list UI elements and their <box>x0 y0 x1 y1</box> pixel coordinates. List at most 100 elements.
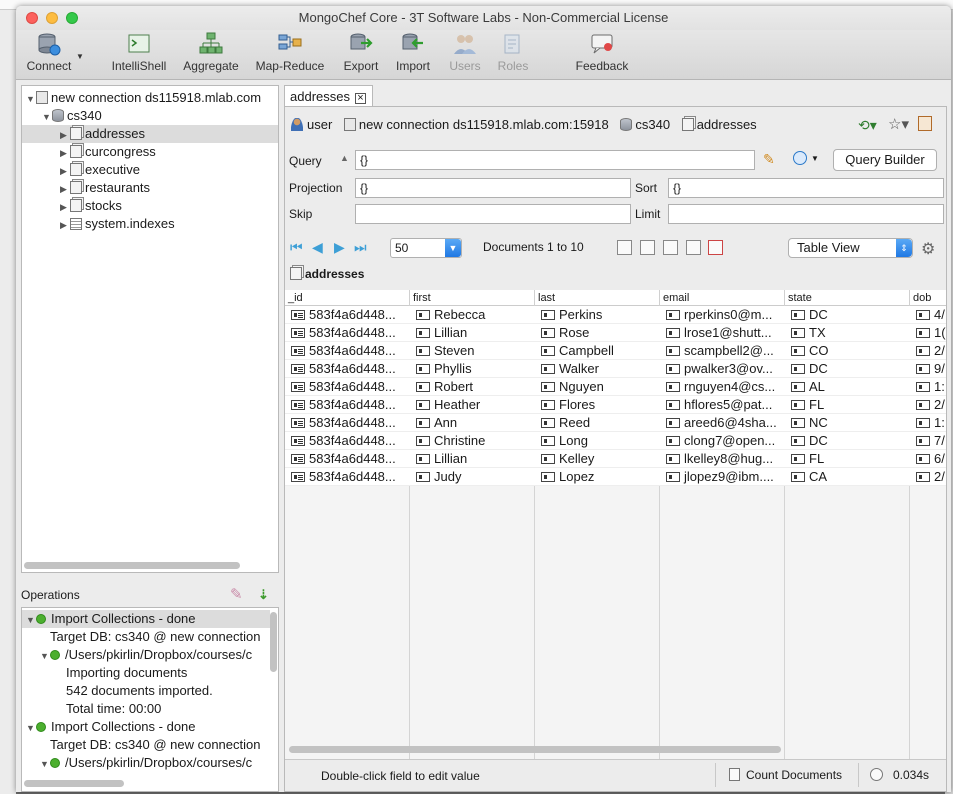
cell-email[interactable]: jlopez9@ibm.... <box>660 468 785 486</box>
cell-first[interactable]: Christine <box>410 432 535 450</box>
edit-query-icon[interactable]: ✎ <box>763 151 775 168</box>
users-button[interactable]: Users <box>444 32 486 73</box>
minimize-window-button[interactable] <box>46 12 58 24</box>
column-header-id[interactable]: _id <box>285 290 410 306</box>
collapse-triangle-icon[interactable]: ▼ <box>26 90 36 108</box>
column-header-first[interactable]: first <box>410 290 535 306</box>
cell-state[interactable]: DC <box>785 360 910 378</box>
previous-page-icon[interactable]: ◀ <box>312 240 326 254</box>
cell-first[interactable]: Lillian <box>410 450 535 468</box>
cell-email[interactable]: lkelley8@hug... <box>660 450 785 468</box>
cell-last[interactable]: Campbell <box>535 342 660 360</box>
cell-dob[interactable]: 6/ <box>910 450 946 468</box>
query-collapse-icon[interactable]: ▲ <box>340 153 349 163</box>
tree-collection-curcongress[interactable]: ▶ curcongress <box>60 143 156 161</box>
intellishell-button[interactable]: IntelliShell <box>108 32 170 73</box>
first-page-icon[interactable]: ⏮ <box>290 240 304 254</box>
tree-collection-addresses[interactable]: ▶ addresses <box>22 125 278 143</box>
cell-state[interactable]: DC <box>785 306 910 324</box>
cell-email[interactable]: hflores5@pat... <box>660 396 785 414</box>
cell-state[interactable]: AL <box>785 378 910 396</box>
cell-first[interactable]: Phyllis <box>410 360 535 378</box>
column-header-last[interactable]: last <box>535 290 660 306</box>
cell-email[interactable]: clong7@open... <box>660 432 785 450</box>
cell-id[interactable]: 583f4a6d448... <box>285 360 410 378</box>
copy-query-icon[interactable] <box>918 116 932 131</box>
page-size-select[interactable]: 50 ▼ <box>390 238 462 258</box>
cell-first[interactable]: Heather <box>410 396 535 414</box>
cell-state[interactable]: NC <box>785 414 910 432</box>
collapse-triangle-icon[interactable]: ▼ <box>26 611 36 629</box>
tree-collection-system-indexes[interactable]: ▶ system.indexes <box>60 215 175 233</box>
cell-first[interactable]: Ann <box>410 414 535 432</box>
cell-last[interactable]: Long <box>535 432 660 450</box>
view-mode-select[interactable]: Table View ⇕ <box>788 238 913 258</box>
table-row[interactable]: 583f4a6d448... Judy Lopez jlopez9@ibm.... CA… <box>285 468 946 486</box>
cell-first[interactable]: Steven <box>410 342 535 360</box>
favorite-star-icon[interactable]: ☆▾ <box>888 115 909 133</box>
table-row[interactable]: 583f4a6d448... Lillian Rose lrose1@shutt...… <box>285 324 946 342</box>
expand-triangle-icon[interactable]: ▶ <box>60 216 70 234</box>
cell-dob[interactable]: 1( <box>910 324 946 342</box>
gear-icon[interactable]: ⚙ <box>921 239 935 259</box>
expand-triangle-icon[interactable]: ▶ <box>60 144 70 162</box>
roles-button[interactable]: Roles <box>492 32 534 73</box>
import-button[interactable]: Import <box>390 32 436 73</box>
cell-id[interactable]: 583f4a6d448... <box>285 432 410 450</box>
cell-id[interactable]: 583f4a6d448... <box>285 396 410 414</box>
cell-email[interactable]: areed6@4sha... <box>660 414 785 432</box>
view-document-icon[interactable] <box>640 240 655 255</box>
cell-email[interactable]: rperkins0@m... <box>660 306 785 324</box>
cell-last[interactable]: Lopez <box>535 468 660 486</box>
cell-email[interactable]: pwalker3@ov... <box>660 360 785 378</box>
cell-first[interactable]: Rebecca <box>410 306 535 324</box>
collapse-triangle-icon[interactable]: ▼ <box>26 719 36 737</box>
connect-button[interactable]: Connect <box>24 32 74 73</box>
table-row[interactable]: 583f4a6d448... Ann Reed areed6@4sha... NC 1: <box>285 414 946 432</box>
expand-triangle-icon[interactable]: ▶ <box>60 162 70 180</box>
cell-first[interactable]: Robert <box>410 378 535 396</box>
edit-document-icon[interactable] <box>663 240 678 255</box>
cell-state[interactable]: TX <box>785 324 910 342</box>
cell-last[interactable]: Walker <box>535 360 660 378</box>
column-header-email[interactable]: email <box>660 290 785 306</box>
cell-state[interactable]: CO <box>785 342 910 360</box>
cell-dob[interactable]: 7/ <box>910 432 946 450</box>
operations-vertical-scrollbar[interactable] <box>270 612 277 672</box>
tab-addresses[interactable]: addresses × <box>284 85 373 107</box>
close-window-button[interactable] <box>26 12 38 24</box>
add-document-icon[interactable] <box>617 240 632 255</box>
cell-dob[interactable]: 2/ <box>910 342 946 360</box>
cell-id[interactable]: 583f4a6d448... <box>285 450 410 468</box>
operation-row[interactable]: ▼/Users/pkirlin/Dropbox/courses/c <box>40 646 252 664</box>
cell-dob[interactable]: 2/ <box>910 396 946 414</box>
table-row[interactable]: 583f4a6d448... Heather Flores hflores5@pat.… <box>285 396 946 414</box>
expand-triangle-icon[interactable]: ▶ <box>60 126 70 144</box>
cell-email[interactable]: lrose1@shutt... <box>660 324 785 342</box>
tree-collection-restaurants[interactable]: ▶ restaurants <box>60 179 150 197</box>
cell-email[interactable]: rnguyen4@cs... <box>660 378 785 396</box>
cell-id[interactable]: 583f4a6d448... <box>285 324 410 342</box>
cell-id[interactable]: 583f4a6d448... <box>285 342 410 360</box>
table-row[interactable]: 583f4a6d448... Lillian Kelley lkelley8@hug.… <box>285 450 946 468</box>
operations-horizontal-scrollbar[interactable] <box>24 780 124 787</box>
tree-horizontal-scrollbar[interactable] <box>24 562 240 569</box>
run-query-icon[interactable] <box>793 151 807 165</box>
export-button[interactable]: Export <box>338 32 384 73</box>
cell-dob[interactable]: 4/ <box>910 306 946 324</box>
operation-row[interactable]: ▼ Import Collections - done <box>26 718 196 736</box>
maximize-window-button[interactable] <box>66 12 78 24</box>
connect-dropdown-icon[interactable]: ▼ <box>76 52 84 61</box>
limit-input[interactable] <box>668 204 944 224</box>
aggregate-button[interactable]: Aggregate <box>181 32 241 73</box>
expand-triangle-icon[interactable]: ▶ <box>60 198 70 216</box>
tree-database[interactable]: ▼ cs340 <box>42 107 102 125</box>
cell-id[interactable]: 583f4a6d448... <box>285 306 410 324</box>
operation-row[interactable]: ▼ Import Collections - done <box>22 610 270 628</box>
last-page-icon[interactable]: ⏭ <box>354 240 368 254</box>
count-documents-icon[interactable] <box>729 768 740 781</box>
table-row[interactable]: 583f4a6d448... Christine Long clong7@open..… <box>285 432 946 450</box>
table-row[interactable]: 583f4a6d448... Steven Campbell scampbell2@.… <box>285 342 946 360</box>
cell-last[interactable]: Rose <box>535 324 660 342</box>
cell-last[interactable]: Reed <box>535 414 660 432</box>
